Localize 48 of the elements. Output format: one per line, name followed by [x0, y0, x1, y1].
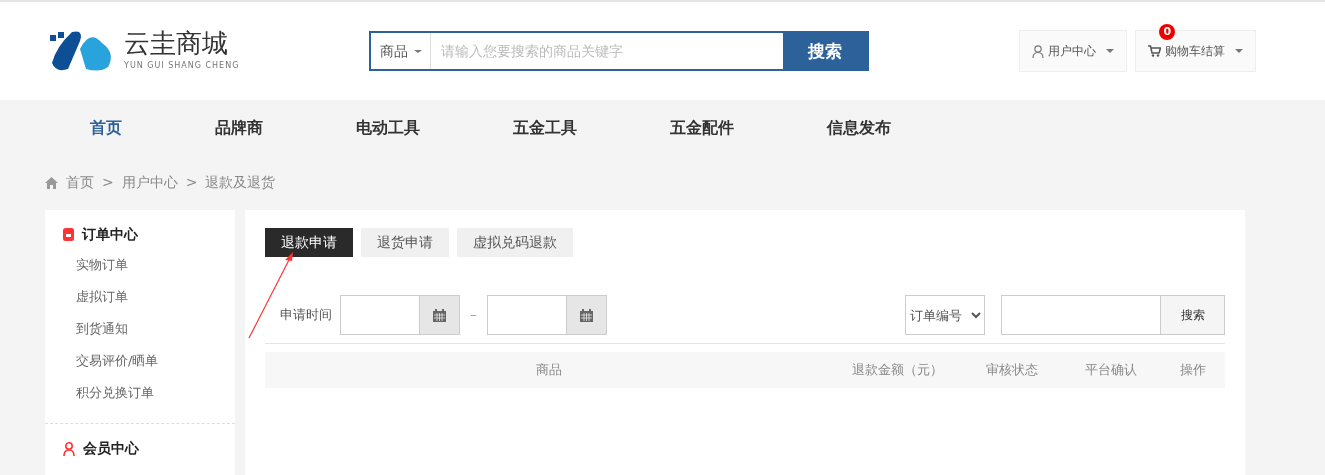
- cart-icon: [1148, 45, 1162, 57]
- sidebar-heading: 订单中心: [82, 225, 138, 244]
- sidebar-link[interactable]: 虚拟订单: [63, 281, 128, 313]
- nav-link[interactable]: 五金工具: [513, 115, 577, 140]
- sidebar-link[interactable]: 到货通知: [63, 313, 128, 345]
- sidebar-link[interactable]: 积分兑换订单: [63, 377, 154, 409]
- nav-link[interactable]: 品牌商: [215, 115, 263, 140]
- date-label: 申请时间: [280, 306, 332, 325]
- sidebar-link[interactable]: 实物订单: [63, 249, 128, 281]
- sidebar-link[interactable]: 交易评价/晒单: [63, 345, 159, 377]
- sidebar-heading: 会员中心: [83, 439, 139, 458]
- column-header: 操作: [1180, 362, 1207, 378]
- search-type-select[interactable]: 订单编号: [905, 295, 985, 335]
- user-center-button[interactable]: 用户中心: [1019, 30, 1128, 72]
- tab[interactable]: 退款申请: [265, 228, 353, 257]
- search-field[interactable]: 商品 请输入您要搜索的商品关键字 搜索: [369, 31, 870, 71]
- nav-link[interactable]: 首页: [90, 115, 122, 140]
- search-button[interactable]: 搜索: [783, 33, 868, 69]
- column-header: 商品: [535, 362, 562, 378]
- calendar-button[interactable]: [420, 295, 460, 335]
- user-icon: [1032, 44, 1045, 58]
- keyword-field[interactable]: [1001, 295, 1161, 335]
- calendar-icon: [433, 308, 446, 322]
- end-date-field[interactable]: [486, 295, 567, 335]
- calendar-button[interactable]: [566, 295, 607, 335]
- tab[interactable]: 退货申请: [361, 228, 449, 257]
- breadcrumb-separator: >: [185, 173, 198, 192]
- tab[interactable]: 虚拟兑码退款: [457, 228, 573, 257]
- start-date-field[interactable]: [340, 295, 420, 335]
- user-icon: [63, 441, 75, 456]
- logo-subtitle: YUN GUI SHANG CHENG: [124, 60, 240, 72]
- caret-icon: [413, 49, 422, 53]
- breadcrumb-item: 退款及退货: [205, 173, 276, 192]
- column-header: 审核状态: [985, 362, 1038, 378]
- breadcrumb-separator: >: [102, 173, 114, 192]
- cart-count-badge: 0: [1159, 24, 1176, 40]
- search-button[interactable]: 搜索: [1161, 295, 1225, 335]
- home-icon: [45, 176, 58, 189]
- nav-link[interactable]: 电动工具: [356, 115, 420, 140]
- calendar-icon: [579, 308, 593, 322]
- date-separator: –: [470, 306, 477, 325]
- document-icon: [63, 228, 74, 241]
- logo-text: 云圭商城: [124, 30, 229, 56]
- column-header: 退款金额（元）: [851, 362, 943, 378]
- nav-link[interactable]: 五金配件: [670, 115, 734, 140]
- column-header: 平台确认: [1085, 362, 1138, 378]
- scope-dropdown[interactable]: 商品: [379, 40, 408, 62]
- nav-link[interactable]: 信息发布: [827, 115, 891, 140]
